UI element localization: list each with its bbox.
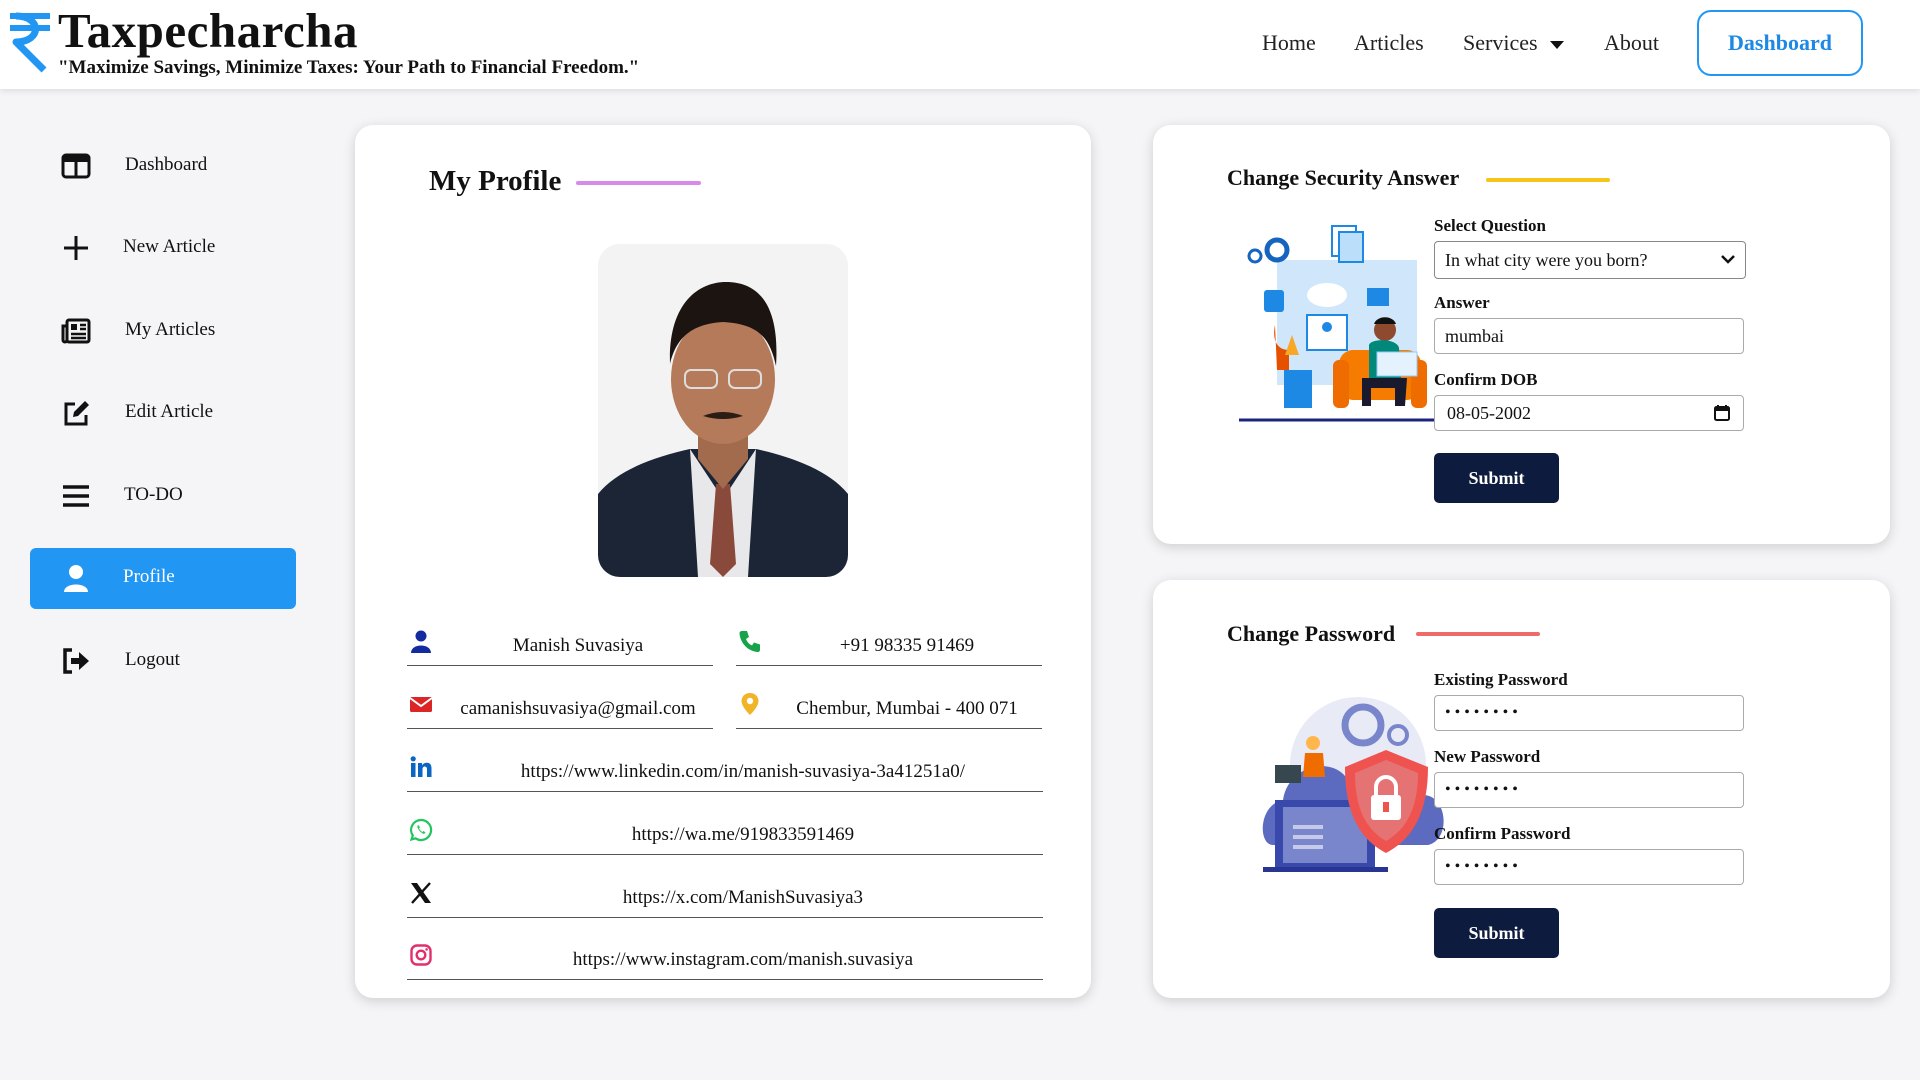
new-password-input[interactable]: •••••••• xyxy=(1434,772,1744,808)
profile-x-row: https://x.com/ManishSuvasiya3 xyxy=(407,877,1043,918)
question-label: Select Question xyxy=(1434,216,1546,235)
dob-input[interactable]: 08-05-2002 xyxy=(1434,395,1744,431)
password-illustration xyxy=(1262,697,1444,872)
envelope-icon xyxy=(409,697,433,712)
calendar-icon[interactable] xyxy=(1713,404,1731,422)
sidebar-item-edit-article[interactable]: Edit Article xyxy=(30,383,296,444)
profile-photo xyxy=(598,244,848,577)
sidebar-item-new-article[interactable]: New Article xyxy=(30,218,296,279)
nav-articles[interactable]: Articles xyxy=(1354,30,1424,56)
question-select[interactable]: In what city were you born? xyxy=(1434,241,1746,279)
sidebar-item-todo[interactable]: TO-DO xyxy=(30,466,296,527)
title-underline xyxy=(1416,632,1540,636)
existing-password-value: •••••••• xyxy=(1445,704,1522,721)
dob-value: 08-05-2002 xyxy=(1447,402,1531,423)
profile-email-row: camanishsuvasiya@gmail.com xyxy=(407,688,713,729)
x-twitter-icon xyxy=(411,882,431,904)
nav-services-label: Services xyxy=(1463,30,1538,55)
profile-location: Chembur, Mumbai - 400 071 xyxy=(796,698,1018,719)
security-illustration xyxy=(1239,225,1465,422)
newspaper-icon xyxy=(61,318,91,344)
answer-value: mumbai xyxy=(1445,325,1504,346)
security-title: Change Security Answer xyxy=(1227,165,1460,190)
sidebar-item-my-articles[interactable]: My Articles xyxy=(30,301,296,362)
profile-whatsapp-row: https://wa.me/919833591469 xyxy=(407,814,1043,855)
answer-label: Answer xyxy=(1434,293,1490,312)
title-underline xyxy=(1486,178,1610,182)
logout-icon xyxy=(63,648,89,674)
sidebar-item-label: Edit Article xyxy=(125,401,214,422)
sidebar-item-logout[interactable]: Logout xyxy=(30,631,296,692)
confirm-password-value: •••••••• xyxy=(1445,858,1522,875)
confirm-password-input[interactable]: •••••••• xyxy=(1434,849,1744,885)
sidebar-item-label: My Articles xyxy=(125,319,216,340)
chevron-down-icon xyxy=(1549,40,1564,49)
profile-title: My Profile xyxy=(429,165,562,197)
map-pin-icon xyxy=(741,693,759,715)
nav-about[interactable]: About xyxy=(1604,30,1659,56)
existing-password-label: Existing Password xyxy=(1434,670,1568,689)
new-password-label: New Password xyxy=(1434,747,1541,766)
phone-icon xyxy=(739,631,760,652)
profile-x-link[interactable]: https://x.com/ManishSuvasiya3 xyxy=(443,887,1043,909)
menu-icon xyxy=(63,485,89,507)
password-submit-button[interactable]: Submit xyxy=(1434,908,1559,958)
profile-name-row: Manish Suvasiya xyxy=(407,625,713,666)
confirm-password-label: Confirm Password xyxy=(1434,824,1571,843)
brand-name[interactable]: Taxpecharcha xyxy=(58,2,358,59)
profile-instagram-row: https://www.instagram.com/manish.suvasiy… xyxy=(407,939,1043,980)
sidebar-item-label: Logout xyxy=(125,649,180,670)
profile-name: Manish Suvasiya xyxy=(512,635,644,656)
top-header: Taxpecharcha "Maximize Savings, Minimize… xyxy=(0,0,1920,89)
sidebar-item-label: New Article xyxy=(123,236,216,257)
profile-linkedin-link[interactable]: https://www.linkedin.com/in/manish-suvas… xyxy=(443,761,1043,783)
new-password-value: •••••••• xyxy=(1445,781,1522,798)
linkedin-icon xyxy=(410,756,432,777)
security-submit-button[interactable]: Submit xyxy=(1434,453,1559,503)
profile-phone-row: +91 98335 91469 xyxy=(736,625,1042,666)
profile-phone: +91 98335 91469 xyxy=(839,635,975,656)
profile-card: My Profile Manish Suvasiya +91 98335 914… xyxy=(355,125,1091,998)
chevron-down-icon xyxy=(1721,255,1735,264)
profile-instagram-link[interactable]: https://www.instagram.com/manish.suvasiy… xyxy=(443,949,1043,971)
answer-input[interactable]: mumbai xyxy=(1434,318,1744,354)
sidebar-item-dashboard[interactable]: Dashboard xyxy=(30,136,296,197)
nav-home[interactable]: Home xyxy=(1262,30,1316,56)
profile-location-row: Chembur, Mumbai - 400 071 xyxy=(736,688,1042,729)
brand-tagline: "Maximize Savings, Minimize Taxes: Your … xyxy=(58,57,640,78)
sidebar-item-label: Dashboard xyxy=(125,154,208,175)
user-icon xyxy=(64,565,88,592)
question-select-value: In what city were you born? xyxy=(1445,249,1648,270)
change-password-card: Change Password Existing Password ••••••… xyxy=(1153,580,1890,998)
sidebar-item-label: Profile xyxy=(123,566,175,587)
edit-icon xyxy=(64,401,89,426)
sidebar-item-label: TO-DO xyxy=(124,484,183,505)
title-underline xyxy=(576,181,701,185)
instagram-icon xyxy=(410,944,432,966)
nav-services[interactable]: Services xyxy=(1463,30,1564,56)
profile-email[interactable]: camanishsuvasiya@gmail.com xyxy=(443,698,713,720)
sidebar-item-profile[interactable]: Profile xyxy=(30,548,296,609)
dashboard-button[interactable]: Dashboard xyxy=(1697,10,1863,76)
dob-label: Confirm DOB xyxy=(1434,370,1538,389)
security-answer-card: Change Security Answer Select Question I… xyxy=(1153,125,1890,544)
layout-icon xyxy=(61,153,91,179)
profile-whatsapp-link[interactable]: https://wa.me/919833591469 xyxy=(443,824,1043,846)
whatsapp-icon xyxy=(409,818,433,842)
user-icon xyxy=(411,630,431,653)
rupee-logo-icon[interactable] xyxy=(8,12,52,74)
profile-linkedin-row: https://www.linkedin.com/in/manish-suvas… xyxy=(407,751,1043,792)
password-title: Change Password xyxy=(1227,621,1396,646)
plus-icon xyxy=(64,236,88,260)
existing-password-input[interactable]: •••••••• xyxy=(1434,695,1744,731)
